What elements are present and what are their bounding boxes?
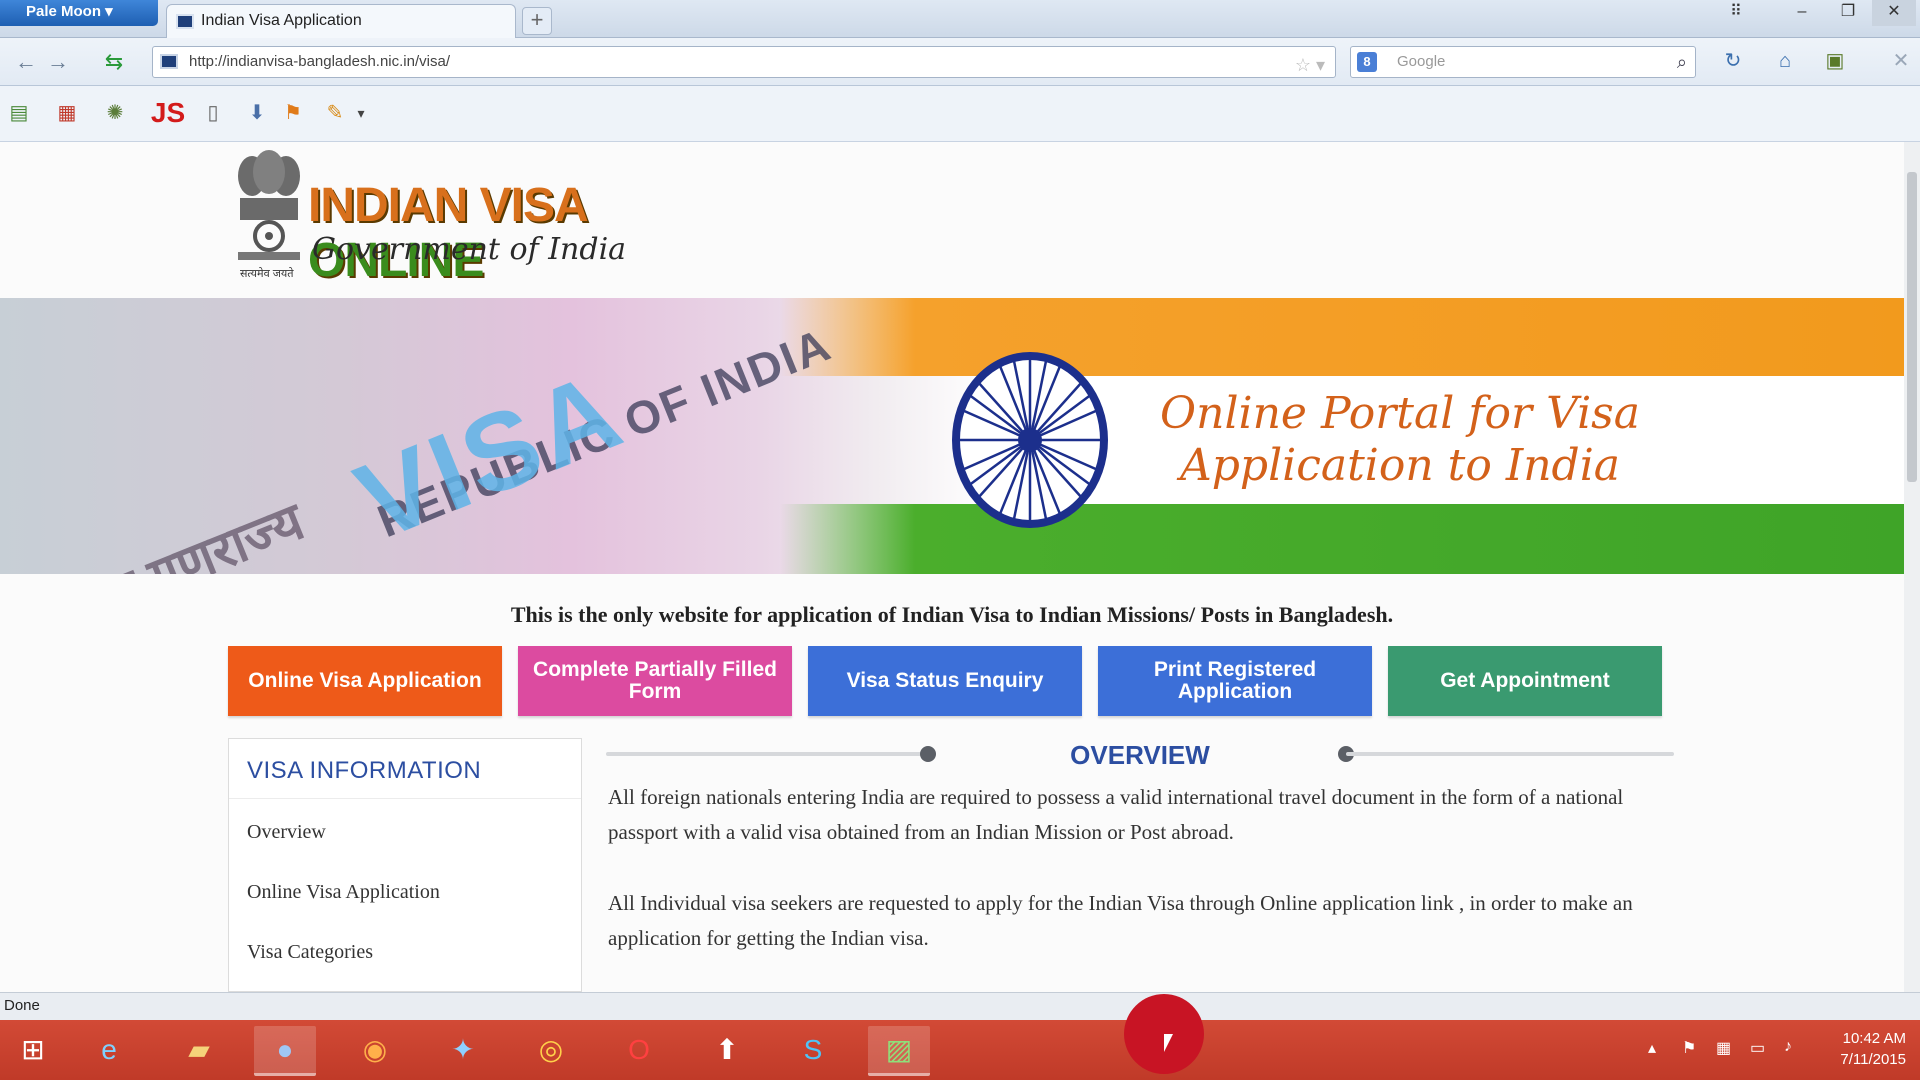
url-favicon-icon	[160, 54, 178, 69]
network-icon[interactable]: ▭	[1750, 1038, 1765, 1058]
volume-icon[interactable]: ♪	[1784, 1038, 1792, 1056]
complete-partially-filled-form-button[interactable]: Complete Partially Filled Form	[518, 646, 792, 716]
site-notice: This is the only website for application…	[510, 602, 1394, 627]
close-toolbar-icon[interactable]: ✕	[1884, 44, 1918, 78]
chevron-down-icon[interactable]: ▾	[344, 96, 378, 130]
sidebar-item-online-visa-application[interactable]: Online Visa Application	[229, 859, 581, 919]
sidebar-panel-icon[interactable]: ▣	[1818, 44, 1852, 78]
get-appointment-button[interactable]: Get Appointment	[1388, 646, 1662, 716]
new-tab-button[interactable]: +	[522, 7, 552, 35]
back-icon[interactable]: ←	[10, 46, 42, 78]
file-explorer-icon[interactable]: ▰	[168, 1026, 230, 1076]
cursor-page-icon[interactable]: ▯	[196, 96, 230, 130]
mouse-cursor-icon	[1164, 1034, 1182, 1052]
windows-start-icon[interactable]: ⊞	[2, 1026, 64, 1076]
sidebar-heading: VISA INFORMATION	[229, 739, 581, 799]
flag-icon[interactable]: ⚑	[276, 96, 310, 130]
print-registered-application-label: Print Registered Application	[1153, 658, 1317, 703]
tab-list-icon[interactable]: ⠿	[1714, 0, 1758, 26]
windows-taskbar: ⊞ e ▰ ● ◉ ✦ ◎ O ⬆ S ▨ ▴ ⚑ ▦ ▭ ♪ 10:42 AM…	[0, 1020, 1920, 1080]
sidebar-item-overview[interactable]: Overview	[229, 799, 581, 859]
firefox-icon[interactable]: ◉	[344, 1026, 406, 1076]
system-clock[interactable]: 10:42 AM 7/11/2015	[1840, 1028, 1906, 1070]
hero-banner: REPUBLIC OF INDIA VISA भारत गणराज्य Onli…	[0, 298, 1904, 574]
tab-indian-visa-application[interactable]: Indian Visa Application	[166, 4, 516, 38]
banner-tagline-line2: Application to India	[1179, 440, 1621, 491]
navigation-toolbar: ← → ⇆ http://indianvisa-bangladesh.nic.i…	[0, 38, 1920, 86]
image-editor-icon[interactable]: ▨	[868, 1026, 930, 1076]
skype-icon[interactable]: S	[782, 1026, 844, 1076]
url-bar[interactable]: http://indianvisa-bangladesh.nic.in/visa…	[152, 46, 1336, 78]
emblem-caption: सत्यमेव जयते	[240, 268, 294, 280]
forward-icon[interactable]: →	[44, 46, 72, 78]
uploader-icon[interactable]: ⬆	[696, 1026, 758, 1076]
search-box[interactable]: 8 Google ⌕	[1350, 46, 1696, 78]
bug-icon[interactable]: ✺	[98, 96, 132, 130]
pale-moon-icon[interactable]: ●	[254, 1026, 316, 1076]
action-center-flag-icon[interactable]: ⚑	[1682, 1038, 1696, 1058]
safari-icon[interactable]: ✦	[432, 1026, 494, 1076]
page-icon[interactable]: ▤	[2, 96, 36, 130]
restore-button[interactable]: ❐	[1826, 0, 1870, 26]
status-bar: Done	[0, 992, 1920, 1020]
home-icon[interactable]: ⌂	[1768, 44, 1802, 78]
internet-explorer-icon[interactable]: e	[78, 1026, 140, 1076]
banner-tagline: Online Portal for Visa Application to In…	[1120, 388, 1680, 492]
overview-paragraph-2: All Individual visa seekers are requeste…	[608, 891, 1633, 950]
banner-visa-text: VISA	[340, 347, 640, 564]
close-window-button[interactable]: ✕	[1872, 0, 1916, 26]
search-icon[interactable]: ⌕	[1677, 47, 1687, 77]
calendar-icon[interactable]: ▦	[50, 96, 84, 130]
logo-subtitle: Government of India	[312, 232, 627, 267]
site-logo[interactable]: INDIAN VISA ONLINE Government of India स…	[232, 148, 752, 287]
search-placeholder: Google	[1397, 53, 1446, 70]
online-visa-application-label: Online Visa Application	[248, 669, 482, 692]
online-visa-application-button[interactable]: Online Visa Application	[228, 646, 502, 716]
visa-information-sidebar: VISA INFORMATION Overview Online Visa Ap…	[228, 738, 582, 992]
tray-expand-icon[interactable]: ▴	[1648, 1038, 1656, 1058]
search-engine-icon[interactable]: 8	[1357, 52, 1377, 72]
reload-icon[interactable]: ↻	[1716, 44, 1750, 78]
banner-hindi-text: भारत गणराज्य	[33, 492, 312, 574]
browser-titlebar: Pale Moon ▾ Indian Visa Application + ⠿ …	[0, 0, 1920, 38]
complete-partially-filled-form-label: Complete Partially Filled Form	[533, 658, 777, 703]
url-text: http://indianvisa-bangladesh.nic.in/visa…	[189, 53, 450, 70]
get-appointment-label: Get Appointment	[1440, 669, 1610, 692]
logo-title-part1: INDIAN VISA	[308, 179, 587, 232]
proxy-addon-icon[interactable]: ⇆	[92, 46, 136, 78]
bookmark-star-icon[interactable]: ☆ ▾	[1295, 50, 1325, 80]
print-registered-application-button[interactable]: Print Registered Application	[1098, 646, 1372, 716]
site-favicon-icon	[176, 14, 194, 29]
visa-status-enquiry-button[interactable]: Visa Status Enquiry	[808, 646, 1082, 716]
banner-green-band	[780, 504, 1904, 574]
app-menu-button[interactable]: Pale Moon ▾	[0, 0, 158, 26]
opera-icon[interactable]: O	[608, 1026, 670, 1076]
javascript-toggle-icon[interactable]: JS	[146, 96, 190, 130]
download-icon[interactable]: ⬇	[240, 96, 274, 130]
clock-date: 7/11/2015	[1840, 1051, 1906, 1068]
banner-saffron-band	[780, 298, 1904, 376]
clock-time: 10:42 AM	[1842, 1030, 1906, 1047]
sidebar-item-visa-categories[interactable]: Visa Categories	[229, 919, 581, 979]
visa-status-enquiry-label: Visa Status Enquiry	[846, 669, 1044, 692]
ashoka-chakra-icon	[952, 352, 1108, 528]
page-scrollbar[interactable]	[1904, 142, 1920, 992]
addon-toolbar: ▤ ▦ ✺ JS ▯ ⬇ ⚑ ✎ ▾	[0, 86, 1920, 142]
display-icon[interactable]: ▦	[1716, 1038, 1731, 1058]
app-menu-label: Pale Moon	[26, 3, 102, 20]
national-emblem-icon	[238, 150, 300, 260]
screen: Pale Moon ▾ Indian Visa Application + ⠿ …	[0, 0, 1920, 1080]
overview-divider-right	[1346, 752, 1674, 756]
banner-tagline-line1: Online Portal for Visa	[1160, 388, 1640, 439]
scrollbar-thumb[interactable]	[1907, 172, 1917, 482]
web-page: INDIAN VISA ONLINE Government of India स…	[0, 142, 1904, 992]
media-player-icon[interactable]: ◎	[520, 1026, 582, 1076]
minimize-button[interactable]: –	[1780, 0, 1824, 26]
tab-title: Indian Visa Application	[201, 12, 362, 29]
overview-paragraph-1: All foreign nationals entering India are…	[608, 785, 1624, 844]
